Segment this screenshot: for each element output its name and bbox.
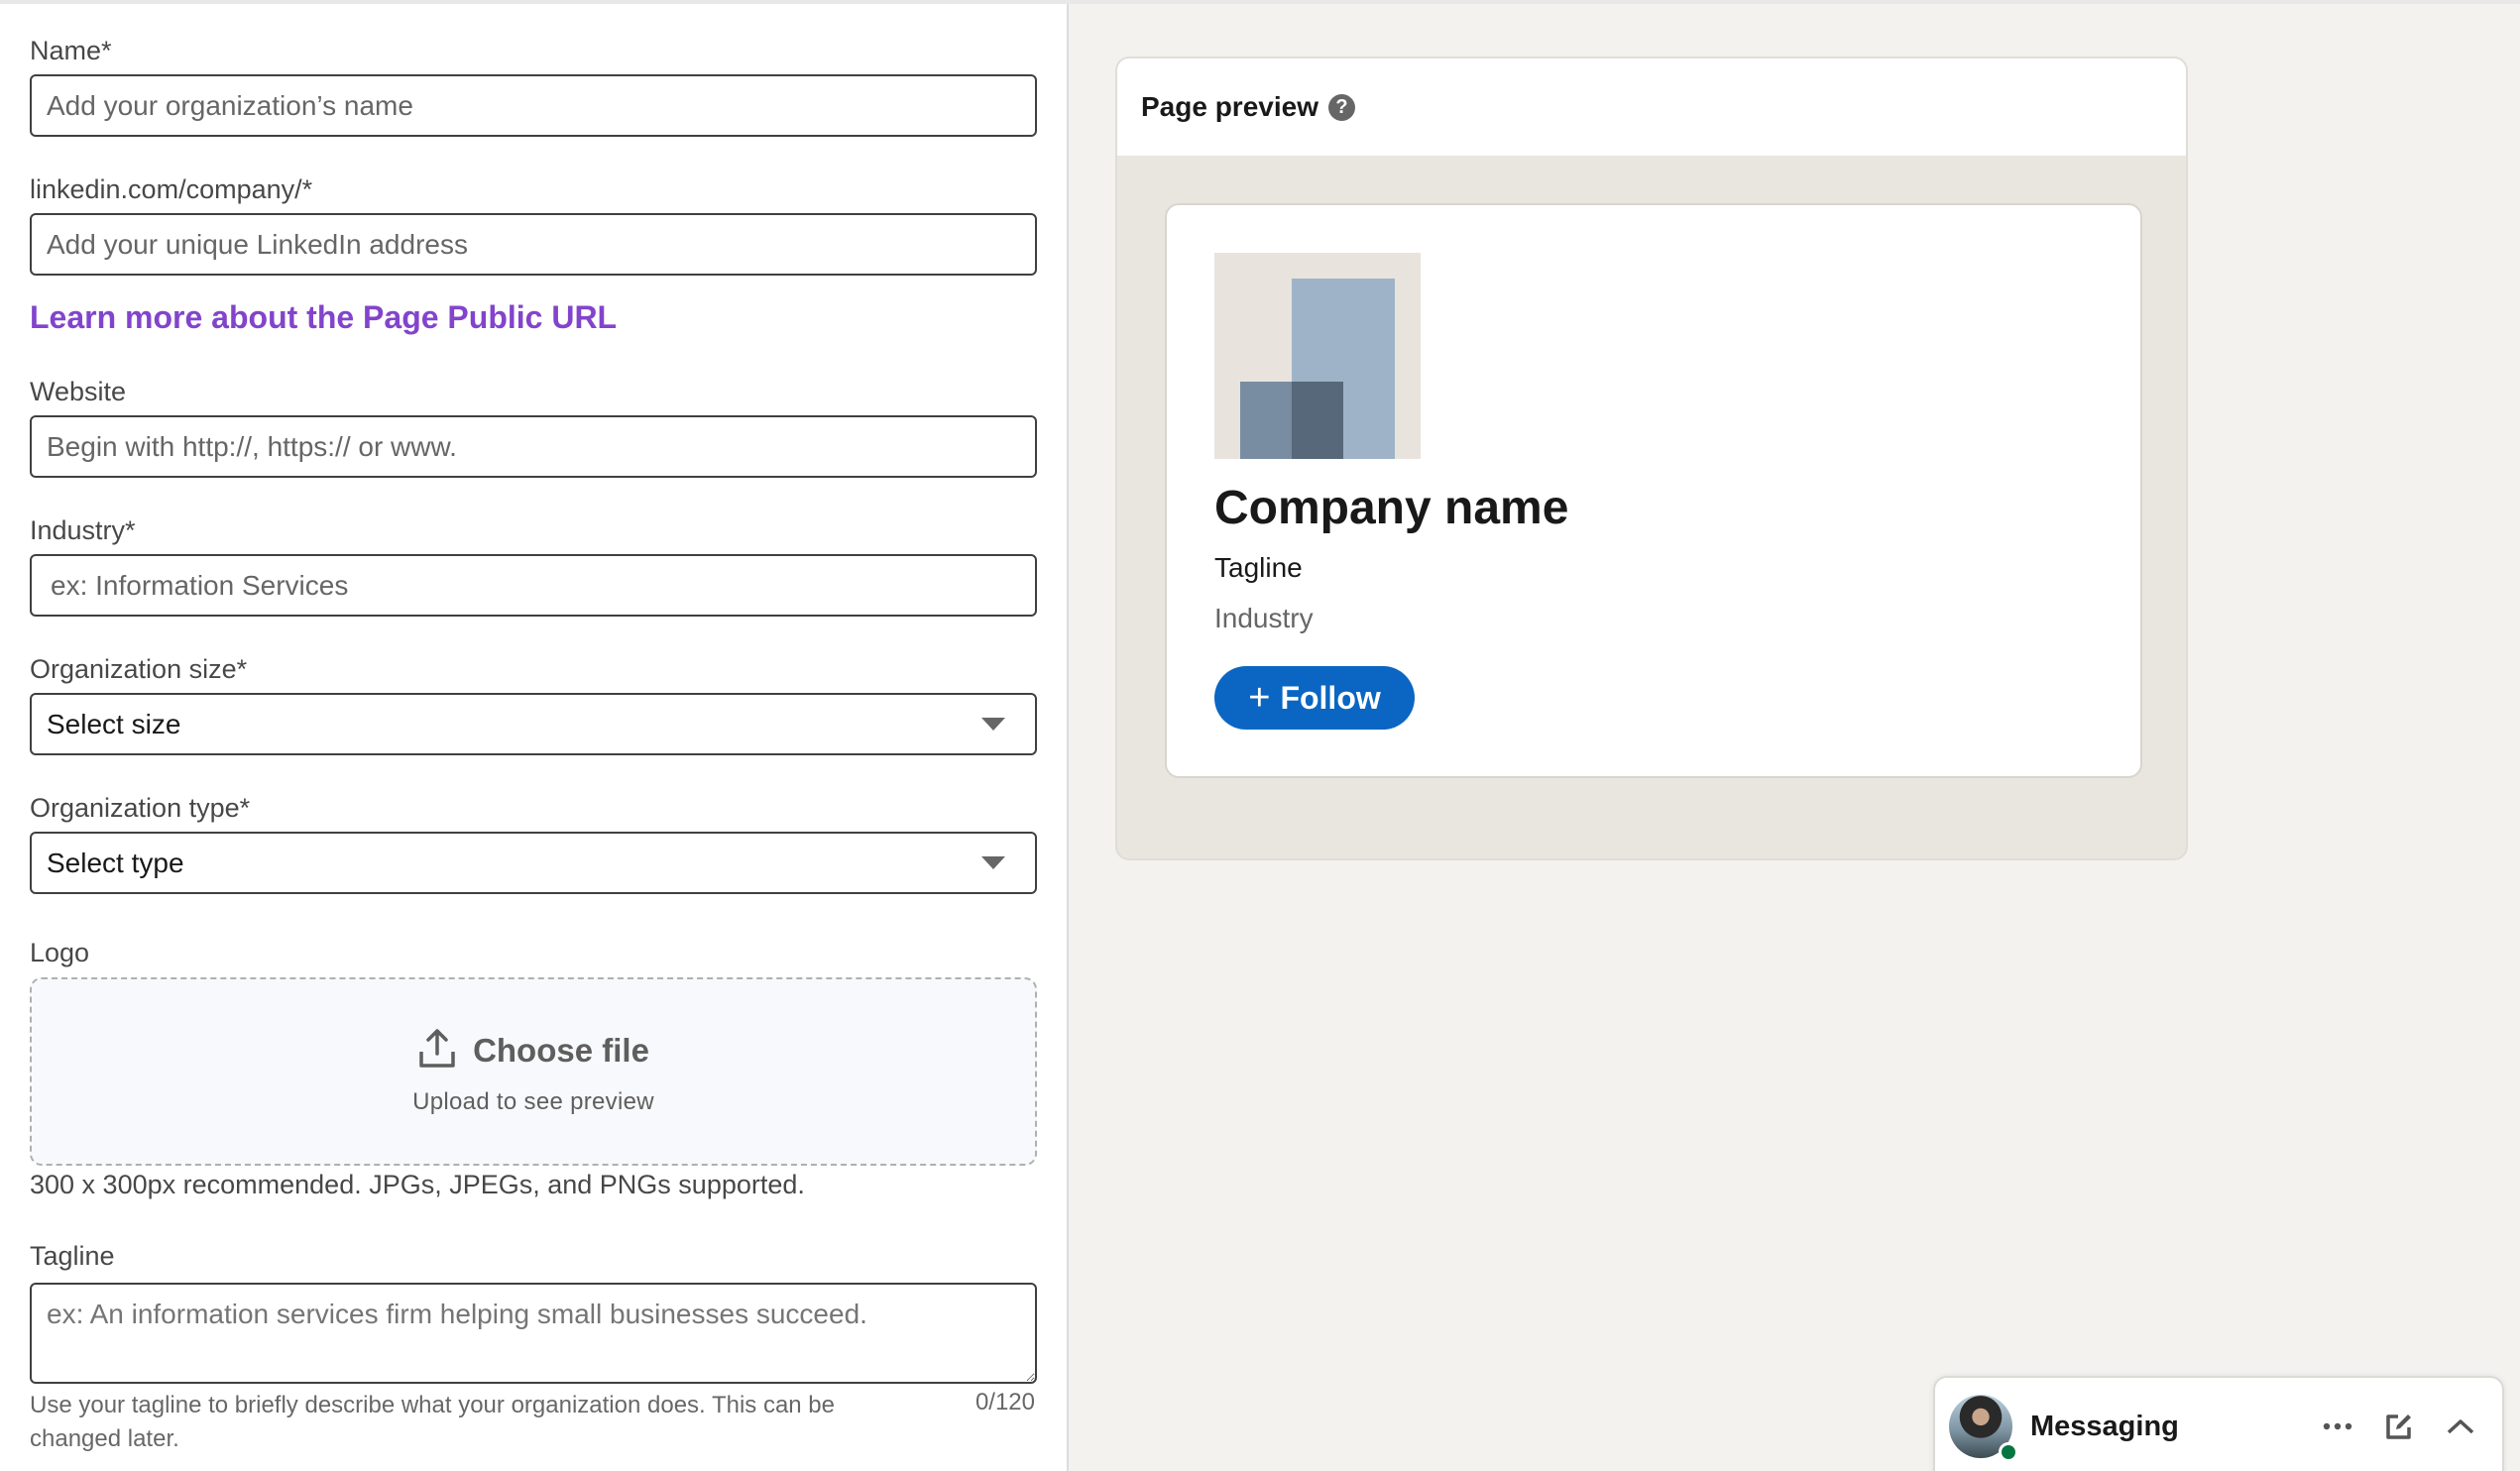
- logo-label: Logo: [30, 938, 90, 967]
- tagline-preview: Tagline: [1214, 552, 1303, 583]
- name-label: Name*: [30, 36, 112, 65]
- org-size-label: Organization size*: [30, 654, 248, 684]
- website-input[interactable]: Begin with http://, https:// or www.: [30, 415, 1037, 478]
- tagline-char-counter: 0/120: [974, 1389, 1035, 1415]
- logo-placeholder-image: [1214, 253, 1421, 459]
- logo-helper-text: 300 x 300px recommended. JPGs, JPEGs, an…: [30, 1170, 805, 1199]
- learn-more-link[interactable]: Learn more about the Page Public URL: [30, 299, 617, 336]
- tagline-helper-text: Use your tagline to briefly describe wha…: [30, 1392, 836, 1452]
- org-size-value: Select size: [47, 708, 181, 739]
- org-size-select[interactable]: Select size: [30, 693, 1037, 755]
- choose-file-label: Choose file: [473, 1032, 649, 1069]
- follow-button[interactable]: + Follow: [1214, 666, 1415, 730]
- website-placeholder: Begin with http://, https:// or www.: [47, 430, 457, 462]
- plus-icon: +: [1248, 677, 1271, 719]
- online-status-icon: [1999, 1442, 2018, 1462]
- page-preview-card: Page preview ? Company name Tagline Indu…: [1115, 57, 2188, 860]
- industry-preview: Industry: [1214, 603, 1314, 633]
- name-placeholder: Add your organization’s name: [47, 89, 413, 121]
- url-label: linkedin.com/company/*: [30, 174, 313, 204]
- avatar[interactable]: [1949, 1395, 2018, 1462]
- caret-down-icon: [981, 856, 1005, 869]
- choose-file-button[interactable]: Choose file: [417, 1028, 649, 1075]
- company-name: Company name: [1214, 482, 1569, 534]
- tagline-textarea[interactable]: [30, 1283, 1037, 1384]
- messaging-bar[interactable]: Messaging: [1933, 1376, 2504, 1471]
- page-preview-header: Page preview ?: [1117, 58, 2186, 156]
- industry-input[interactable]: ex: Information Services: [30, 554, 1037, 617]
- tagline-label: Tagline: [30, 1241, 115, 1271]
- upload-icon: [417, 1028, 457, 1075]
- caret-down-icon: [981, 718, 1005, 731]
- create-page-form: Name* Add your organization’s name linke…: [0, 4, 1069, 1471]
- logo-short-block: [1240, 382, 1292, 459]
- logo-overlap-block: [1292, 382, 1343, 459]
- upload-hint: Upload to see preview: [412, 1087, 654, 1115]
- industry-placeholder: ex: Information Services: [51, 569, 349, 601]
- compose-message-icon[interactable]: [2379, 1407, 2419, 1446]
- chevron-up-icon[interactable]: [2441, 1407, 2480, 1446]
- follow-label: Follow: [1280, 679, 1381, 716]
- more-options-icon[interactable]: [2318, 1407, 2357, 1446]
- org-type-value: Select type: [47, 847, 184, 878]
- company-preview-card: Company name Tagline Industry + Follow: [1165, 203, 2142, 778]
- page-preview-title: Page preview: [1141, 91, 1318, 122]
- name-input[interactable]: Add your organization’s name: [30, 74, 1037, 137]
- messaging-label: Messaging: [2030, 1410, 2179, 1442]
- url-placeholder: Add your unique LinkedIn address: [47, 228, 468, 260]
- logo-upload-dropzone[interactable]: Choose file Upload to see preview: [30, 977, 1037, 1166]
- url-input[interactable]: Add your unique LinkedIn address: [30, 213, 1037, 276]
- industry-label: Industry*: [30, 515, 136, 545]
- website-label: Website: [30, 377, 127, 406]
- org-type-select[interactable]: Select type: [30, 832, 1037, 894]
- org-type-label: Organization type*: [30, 793, 251, 823]
- help-icon[interactable]: ?: [1327, 93, 1355, 121]
